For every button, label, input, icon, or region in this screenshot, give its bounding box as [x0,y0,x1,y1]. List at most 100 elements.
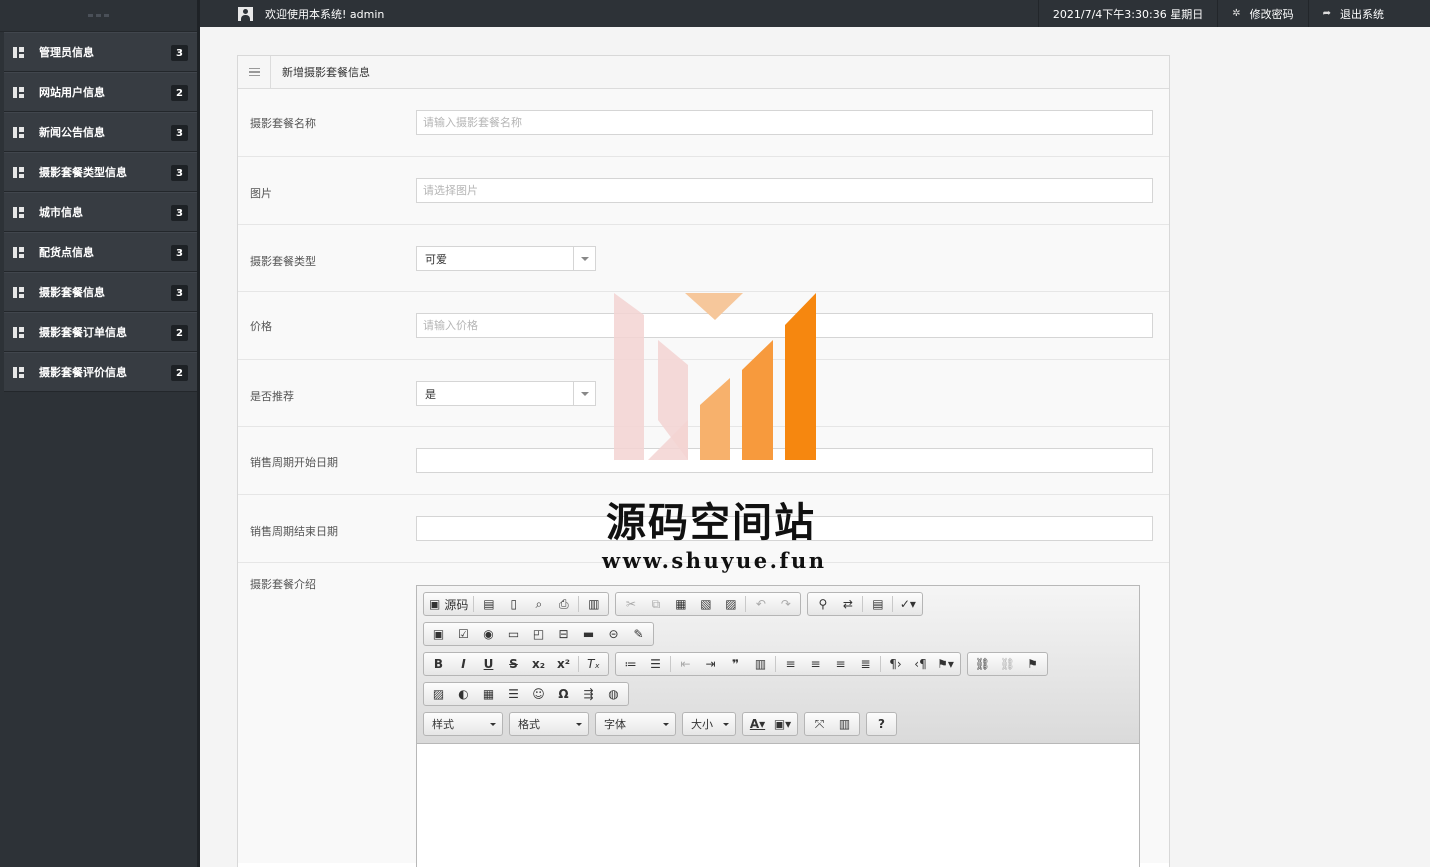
rtl-icon[interactable]: ‹¶ [908,654,933,674]
indent-icon[interactable]: ⇥ [698,654,723,674]
blockquote-icon[interactable]: ❞ [723,654,748,674]
select-all-icon[interactable]: ▤ [865,594,890,614]
bulleted-list-icon[interactable]: ☰ [643,654,668,674]
outdent-icon[interactable]: ⇤ [673,654,698,674]
end-date-input[interactable] [416,516,1153,541]
new-page-icon[interactable]: ▯ [501,594,526,614]
sidebar-item-0[interactable]: 管理员信息 3 [4,32,197,72]
paste-word-icon[interactable]: ▨ [718,594,743,614]
start-date-label: 销售周期开始日期 [250,456,338,469]
help-button[interactable]: ? [869,714,894,734]
div-icon[interactable]: ▥ [748,654,773,674]
checkbox-icon[interactable]: ☑ [451,624,476,644]
flash-icon[interactable]: ◐ [451,684,476,704]
format-combo[interactable]: 格式 [509,712,589,736]
iframe-icon[interactable]: ◍ [601,684,626,704]
align-center-icon[interactable]: ≡ [803,654,828,674]
smiley-icon[interactable]: ☺ [526,684,551,704]
sidebar-item-label: 摄影套餐类型信息 [39,166,127,179]
image-label: 图片 [250,187,272,200]
radio-icon[interactable]: ◉ [476,624,501,644]
start-date-input[interactable] [416,448,1153,473]
sidebar-item-2[interactable]: 新闻公告信息 3 [4,112,197,152]
dashboard-icon [13,326,24,338]
sidebar-item-6[interactable]: 摄影套餐信息 3 [4,272,197,312]
templates-icon[interactable]: ▥ [581,594,606,614]
horizontal-rule-icon[interactable]: ☰ [501,684,526,704]
spellcheck-icon[interactable]: ✓▾ [895,594,920,614]
font-combo[interactable]: 字体 [595,712,676,736]
undo-icon[interactable]: ↶ [748,594,773,614]
copy-icon[interactable]: ⧉ [643,594,668,614]
recommend-select[interactable]: 是 [416,381,596,406]
show-blocks-icon[interactable]: ▥ [832,714,857,734]
style-combo-label: 样式 [432,718,454,731]
intro-label: 摄影套餐介绍 [250,578,316,591]
style-combo[interactable]: 样式 [423,712,503,736]
hidden-field-icon[interactable]: ✎ [626,624,651,644]
bg-color-icon[interactable]: ▣▾ [770,714,795,734]
replace-icon[interactable]: ⇄ [835,594,860,614]
table-icon[interactable]: ▦ [476,684,501,704]
ltr-icon[interactable]: ¶› [883,654,908,674]
name-input[interactable] [416,110,1153,135]
form-row-price: 价格 [238,292,1169,360]
editor-content-area[interactable] [417,744,1139,867]
textfield-icon[interactable]: ▭ [501,624,526,644]
paste-icon[interactable]: ▦ [668,594,693,614]
print-icon[interactable]: ⎙ [551,594,576,614]
align-left-icon[interactable]: ≡ [778,654,803,674]
change-password-button[interactable]: ✲ 修改密码 [1217,0,1307,27]
sidebar-item-8[interactable]: 摄影套餐评价信息 2 [4,352,197,392]
unlink-icon[interactable]: ⛓ [995,654,1020,674]
sidebar-item-1[interactable]: 网站用户信息 2 [4,72,197,112]
image-input[interactable] [416,178,1153,203]
button-field-icon[interactable]: ▬ [576,624,601,644]
text-color-icon[interactable]: A▾ [745,714,770,734]
numbered-list-icon[interactable]: ≔ [618,654,643,674]
count-badge: 2 [171,365,188,381]
save-icon[interactable]: ▤ [476,594,501,614]
dashboard-icon [13,46,24,58]
form-icon[interactable]: ▣ [426,624,451,644]
remove-format-icon[interactable]: Tₓ [581,654,606,674]
sidebar-item-7[interactable]: 摄影套餐订单信息 2 [4,312,197,352]
redo-icon[interactable]: ↷ [773,594,798,614]
type-select[interactable]: 可爱 [416,246,596,271]
align-justify-icon[interactable]: ≣ [853,654,878,674]
textarea-icon[interactable]: ◰ [526,624,551,644]
align-right-icon[interactable]: ≡ [828,654,853,674]
sidebar-item-3[interactable]: 摄影套餐类型信息 3 [4,152,197,192]
anchor-flag-icon[interactable]: ⚑ [1020,654,1045,674]
find-icon[interactable]: ⚲ [810,594,835,614]
superscript-icon[interactable]: x² [551,654,576,674]
logout-button[interactable]: ➦ 退出系统 [1307,0,1430,27]
special-char-icon[interactable]: Ω [551,684,576,704]
select-field-icon[interactable]: ⊟ [551,624,576,644]
subscript-icon[interactable]: x₂ [526,654,551,674]
sidebar-item-label: 城市信息 [39,206,83,219]
preview-icon[interactable]: ⌕ [526,594,551,614]
dashboard-icon [13,366,24,378]
sidebar-item-4[interactable]: 城市信息 3 [4,192,197,232]
price-input[interactable] [416,313,1153,338]
dashboard-icon [13,86,24,98]
paste-text-icon[interactable]: ▧ [693,594,718,614]
sidebar-item-5[interactable]: 配货点信息 3 [4,232,197,272]
source-button[interactable]: ▣ 源码 [426,594,471,614]
strike-icon[interactable]: S [501,654,526,674]
italic-icon[interactable]: I [451,654,476,674]
underline-icon[interactable]: U [476,654,501,674]
language-icon[interactable]: ⚑▾ [933,654,958,674]
page-break-icon[interactable]: ⇶ [576,684,601,704]
sidebar-collapse-handle[interactable] [0,0,197,32]
link-icon[interactable]: ⛓ [970,654,995,674]
bold-icon[interactable]: B [426,654,451,674]
maximize-icon[interactable]: ⤧ [807,714,832,734]
sidebar-nav: 管理员信息 3 网站用户信息 2 新闻公告信息 3 摄影套餐类型信息 3 城市信息 3 配货点信息 3… [0,32,197,392]
cut-icon[interactable]: ✂ [618,594,643,614]
image-button-icon[interactable]: ⊝ [601,624,626,644]
size-combo[interactable]: 大小 [682,712,736,736]
image-icon[interactable]: ▨ [426,684,451,704]
count-badge: 3 [171,285,188,301]
